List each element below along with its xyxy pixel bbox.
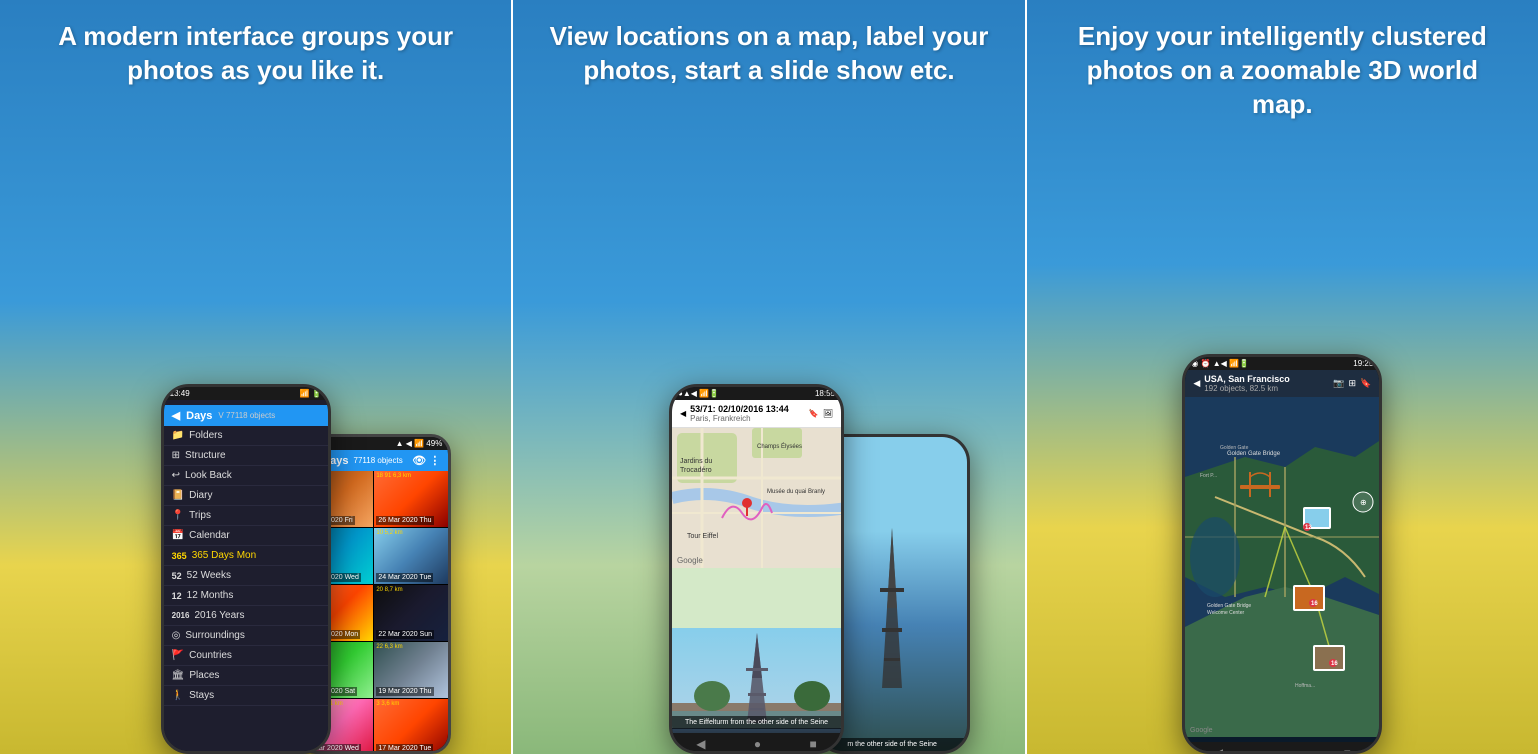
panel2-recents-icon[interactable]: ■ — [810, 737, 817, 751]
svg-text:12: 12 — [1305, 525, 1312, 531]
panel-1-phones: 19:49 ▲ ◀ 📶 49% ☰ Days 77118 objects 👁 ⋮… — [0, 384, 511, 754]
panel2-navbar: ◀ ● ■ — [672, 733, 841, 751]
svg-text:16: 16 — [1331, 661, 1338, 667]
map-header: ◀ 53/71: 02/10/2016 13:44 Paris, Frankre… — [672, 400, 841, 428]
panel2-back-icon[interactable]: ◀ — [696, 737, 705, 751]
svg-text:Musée du quai Branly: Musée du quai Branly — [767, 489, 825, 495]
sidebar-item-folders[interactable]: 📁 Folders — [164, 426, 328, 446]
sidebar-item-stays[interactable]: 🚶 Stays — [164, 686, 328, 706]
panel2-home-icon[interactable]: ● — [754, 737, 761, 751]
svg-text:⊕: ⊕ — [1360, 498, 1367, 507]
front-phone-screen: 13:49 📶 🔋 ◀ Days V 77118 objects 📁 Folde… — [164, 387, 328, 751]
photo-cell: 18 91 6,3 km 26 Mar 2020 Thu — [374, 471, 448, 527]
countries-icon: 🚩 — [172, 650, 184, 661]
sidebar-item-calendar[interactable]: 📅 Calendar — [164, 526, 328, 546]
grid-icon: ⊞ — [1349, 378, 1357, 389]
svg-text:Jardins du: Jardins du — [680, 458, 712, 465]
svg-text:Trocadéro: Trocadéro — [680, 467, 712, 474]
svg-text:Welcome Center: Welcome Center — [1207, 610, 1244, 616]
panel2-status: ●▲◀ 📶🔋 18:55 — [672, 387, 841, 400]
sf-map-svg: Golden Gate Bridge Golden Gate Fort P...… — [1185, 397, 1379, 737]
panel-3-title: Enjoy your intelligently clustered photo… — [1027, 0, 1538, 131]
sidebar-item-diary[interactable]: 📔 Diary — [164, 486, 328, 506]
sidebar-item-structure[interactable]: ⊞ Structure — [164, 446, 328, 466]
panel3-recents-icon[interactable]: ■ — [1344, 746, 1351, 751]
panel3-home-icon[interactable]: ● — [1280, 746, 1287, 751]
panel-2-phones: m the other side of the Seine ●▲◀ 📶🔋 18:… — [513, 384, 1024, 754]
sidebar-item-trips[interactable]: 📍 Trips — [164, 506, 328, 526]
panel3-navbar: ◀ ● ■ — [1185, 742, 1379, 751]
map-area: Tour Eiffel Champs Élysées Musée du quai… — [672, 428, 841, 628]
photo-cell: 3 3,6 km 17 Mar 2020 Tue — [374, 699, 448, 751]
photo-cell: 20 8,7 km 22 Mar 2020 Sun — [374, 585, 448, 641]
eiffel-tower-icon — [862, 528, 922, 688]
lookback-icon: ↩ — [172, 470, 180, 481]
bookmark-icon: 🔖 — [1360, 378, 1371, 389]
svg-text:Tour Eiffel: Tour Eiffel — [687, 533, 718, 540]
svg-text:Champs Élysées: Champs Élysées — [757, 443, 802, 450]
panel3-back-icon[interactable]: ◀ — [1214, 746, 1223, 751]
panel3-screen: ◉ ⏰ ▲◀ 📶🔋 19:25 ◀ USA, San Francisco 192… — [1185, 357, 1379, 751]
diary-icon: 📔 — [172, 490, 184, 501]
panel-1: A modern interface groups your photos as… — [0, 0, 511, 754]
structure-icon: ⊞ — [172, 450, 180, 461]
paris-map-svg: Tour Eiffel Champs Élysées Musée du quai… — [672, 428, 841, 568]
panel2-front-phone: ●▲◀ 📶🔋 18:55 ◀ 53/71: 02/10/2016 13:44 P… — [669, 384, 844, 754]
sidebar-item-52weeks[interactable]: 52 52 Weeks — [164, 566, 328, 586]
eiffel-photo-svg — [672, 628, 841, 728]
trips-icon: 📍 — [172, 510, 184, 521]
folder-icon: 📁 — [172, 430, 184, 441]
panel-2-title: View locations on a map, label your phot… — [513, 0, 1024, 98]
places-icon: 🏛 — [172, 670, 185, 681]
sidebar-item-countries[interactable]: 🚩 Countries — [164, 646, 328, 666]
sidebar-item-12months[interactable]: 12 12 Months — [164, 586, 328, 606]
svg-text:Golden Gate: Golden Gate — [1220, 445, 1249, 451]
svg-text:Google: Google — [677, 556, 703, 565]
eiffel-photo: The Eiffelturm from the other side of th… — [672, 628, 841, 733]
worldmap-header: ◀ USA, San Francisco 192 objects, 82.5 k… — [1185, 370, 1379, 397]
svg-text:16: 16 — [1311, 601, 1318, 607]
calendar-icon: 📅 — [172, 530, 184, 541]
sidebar-title: ◀ Days V 77118 objects — [164, 405, 328, 426]
svg-text:Golden Gate Bridge: Golden Gate Bridge — [1227, 451, 1281, 457]
sidebar-item-lookback[interactable]: ↩ Look Back — [164, 466, 328, 486]
panel-1-title: A modern interface groups your photos as… — [0, 0, 511, 98]
svg-text:Hoffma...: Hoffma... — [1295, 683, 1315, 689]
panel-3: Enjoy your intelligently clustered photo… — [1027, 0, 1538, 754]
svg-text:Fort P...: Fort P... — [1200, 473, 1217, 479]
front-phone-status: 13:49 📶 🔋 — [164, 387, 328, 400]
map-bookmark-icon: 🔖 — [809, 409, 819, 418]
panel-3-phones: ◉ ⏰ ▲◀ 📶🔋 19:25 ◀ USA, San Francisco 192… — [1027, 354, 1538, 754]
svg-text:Google: Google — [1190, 727, 1213, 734]
sidebar-item-365days[interactable]: 365 365 Days Mon — [164, 546, 328, 566]
panel3-status: ◉ ⏰ ▲◀ 📶🔋 19:25 — [1185, 357, 1379, 370]
svg-text:Golden Gate Bridge: Golden Gate Bridge — [1207, 603, 1251, 609]
sidebar-item-places[interactable]: 🏛 Places — [164, 666, 328, 686]
panel-2: View locations on a map, label your phot… — [513, 0, 1024, 754]
camera-icon: 📷 — [1333, 378, 1344, 389]
front-phone: 13:49 📶 🔋 ◀ Days V 77118 objects 📁 Folde… — [161, 384, 331, 754]
eiffel-caption: The Eiffelturm from the other side of th… — [672, 716, 841, 729]
panel2-front-screen: ●▲◀ 📶🔋 18:55 ◀ 53/71: 02/10/2016 13:44 P… — [672, 387, 841, 751]
photo-cell: 10 5,2 km 24 Mar 2020 Tue — [374, 528, 448, 584]
surroundings-icon: ◎ — [172, 630, 181, 641]
map-photo-icon: 🖼 — [823, 409, 833, 418]
sidebar-item-years[interactable]: 2016 2016 Years — [164, 606, 328, 626]
sidebar-item-surroundings[interactable]: ◎ Surroundings — [164, 626, 328, 646]
panel3-phone: ◉ ⏰ ▲◀ 📶🔋 19:25 ◀ USA, San Francisco 192… — [1182, 354, 1382, 754]
photo-cell: 22 6,3 km 19 Mar 2020 Thu — [374, 642, 448, 698]
worldmap-area: Golden Gate Bridge Golden Gate Fort P...… — [1185, 397, 1379, 742]
sidebar-menu: ◀ Days V 77118 objects 📁 Folders ⊞ Struc… — [164, 400, 328, 751]
stays-icon: 🚶 — [172, 690, 184, 701]
